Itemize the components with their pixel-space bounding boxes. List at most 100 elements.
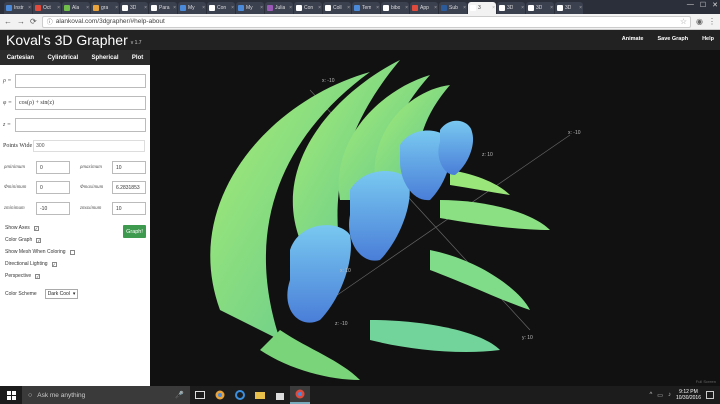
tab-close-icon[interactable]: × [231, 5, 234, 11]
browser-tab[interactable]: 3 × [468, 2, 496, 14]
z-min-input[interactable]: -10 [36, 202, 70, 215]
show-axes-checkbox[interactable]: ✓ [33, 225, 39, 231]
taskbar: ○ Ask me anything 🎤 ^ ▭ ♪ 9:12 PM 10/30/… [0, 386, 720, 404]
page-info-icon[interactable]: ⓘ [47, 17, 53, 26]
tab-close-icon[interactable]: × [115, 5, 118, 11]
forward-arrow-icon[interactable]: → [17, 17, 25, 26]
phi-input[interactable]: cos(ρ) + sin(z) [15, 96, 146, 110]
rho-min-input[interactable]: 0 [36, 161, 70, 174]
tab-close-icon[interactable]: × [376, 5, 379, 11]
phi-max-input[interactable]: 6.2831853 [112, 181, 146, 194]
tab-close-icon[interactable]: × [57, 5, 60, 11]
tab-plot[interactable]: Plot [132, 55, 143, 61]
color-scheme-value: Dark Cool [47, 291, 70, 297]
clock[interactable]: 9:12 PM 10/30/2016 [676, 389, 701, 401]
tab-close-icon[interactable]: × [260, 5, 263, 11]
tab-close-icon[interactable]: × [173, 5, 176, 11]
tab-close-icon[interactable]: × [405, 5, 408, 11]
chrome-taskbar-icon[interactable] [210, 386, 230, 404]
back-arrow-icon[interactable]: ← [4, 17, 12, 26]
browser-tab[interactable]: Para × [149, 2, 177, 14]
tab-close-icon[interactable]: × [463, 5, 466, 11]
help-button[interactable]: Help [702, 36, 714, 42]
rho-max-input[interactable]: 10 [112, 161, 146, 174]
browser-tab[interactable]: My × [178, 2, 206, 14]
tab-close-icon[interactable]: × [521, 5, 524, 11]
browser-tab[interactable]: bibo × [381, 2, 409, 14]
z-input[interactable] [15, 118, 146, 132]
notifications-icon[interactable] [706, 391, 714, 399]
tab-close-icon[interactable]: × [289, 5, 292, 11]
tab-close-icon[interactable]: × [28, 5, 31, 11]
browser-tab[interactable]: Julia × [265, 2, 293, 14]
browser-tab[interactable]: App × [410, 2, 438, 14]
microphone-icon[interactable]: 🎤 [175, 391, 184, 399]
tab-close-icon[interactable]: × [347, 5, 350, 11]
chrome-active-icon[interactable] [290, 386, 310, 404]
phi-min-input[interactable]: 0 [36, 181, 70, 194]
color-graph-checkbox[interactable]: ✓ [36, 237, 42, 243]
tab-close-icon[interactable]: × [550, 5, 553, 11]
task-view-icon[interactable] [190, 386, 210, 404]
maximize-icon[interactable]: ☐ [700, 1, 706, 9]
tab-cartesian[interactable]: Cartesian [7, 55, 34, 61]
menu-icon[interactable]: ⋮ [708, 17, 716, 26]
save-graph-button[interactable]: Save Graph [658, 36, 689, 42]
bookmark-star-icon[interactable]: ☆ [680, 17, 687, 26]
reload-icon[interactable]: ⟳ [30, 17, 37, 26]
edge-icon[interactable] [230, 386, 250, 404]
network-icon[interactable]: ▭ [657, 392, 663, 399]
file-explorer-icon[interactable] [250, 386, 270, 404]
minimize-icon[interactable]: — [687, 1, 694, 9]
full-screen-button[interactable]: Full Screen [696, 379, 716, 384]
tab-close-icon[interactable]: × [86, 5, 89, 11]
rho-input[interactable] [15, 74, 146, 88]
tab-spherical[interactable]: Spherical [92, 55, 119, 61]
rho-row: ρ = [3, 74, 146, 88]
browser-tab[interactable]: Con × [294, 2, 322, 14]
browser-tab[interactable]: Sub × [439, 2, 467, 14]
rho-max-label: ρmaximum [80, 165, 102, 170]
browser-tab[interactable]: 3D × [555, 2, 583, 14]
volume-icon[interactable]: ♪ [668, 392, 671, 398]
z-max-input[interactable]: 10 [112, 202, 146, 215]
tab-close-icon[interactable]: × [579, 5, 582, 11]
tab-close-icon[interactable]: × [434, 5, 437, 11]
extension-icon[interactable]: ◉ [696, 17, 703, 26]
tab-close-icon[interactable]: × [144, 5, 147, 11]
browser-tab[interactable]: gra × [91, 2, 119, 14]
browser-tab[interactable]: Instr × [4, 2, 32, 14]
browser-tab[interactable]: 3D × [526, 2, 554, 14]
perspective-checkbox[interactable]: ✓ [35, 273, 41, 279]
favicon-icon [499, 5, 505, 11]
browser-tab-label: Julia [275, 5, 286, 11]
tab-close-icon[interactable]: × [492, 5, 495, 11]
tab-cylindrical[interactable]: Cylindrical [47, 55, 78, 61]
close-icon[interactable]: ✕ [712, 1, 718, 9]
windows-start-icon[interactable] [0, 386, 22, 404]
browser-tab-label: App [420, 5, 429, 11]
url-input[interactable]: ⓘ alankoval.com/3dgrapher/#help-about ☆ [41, 15, 692, 28]
color-scheme-select[interactable]: Dark Cool ▾ [44, 289, 79, 299]
browser-tab[interactable]: Coll × [323, 2, 351, 14]
animate-button[interactable]: Animate [622, 36, 644, 42]
graph-button[interactable]: Graph! [123, 225, 146, 238]
directional-lighting-checkbox[interactable]: ✓ [51, 261, 57, 267]
directional-lighting-option: Directional Lighting ✓ [5, 261, 57, 267]
tab-close-icon[interactable]: × [202, 5, 205, 11]
tab-close-icon[interactable]: × [318, 5, 321, 11]
chevron-up-icon[interactable]: ^ [649, 392, 652, 398]
browser-tab[interactable]: 3D × [497, 2, 525, 14]
browser-tab[interactable]: Tem × [352, 2, 380, 14]
points-wide-input[interactable]: 300 [33, 140, 146, 152]
browser-tab[interactable]: 3D × [120, 2, 148, 14]
browser-tab[interactable]: Oct × [33, 2, 61, 14]
graph-canvas[interactable]: x: -10 x: -10 z: 10 x: 10 z: -10 y: 10 F… [150, 50, 720, 386]
taskbar-search-box[interactable]: ○ Ask me anything 🎤 [22, 386, 190, 404]
store-icon[interactable] [270, 386, 290, 404]
app-header: Koval's 3D Grapher v 1.7 Animate Save Gr… [0, 30, 720, 50]
browser-tab[interactable]: My × [236, 2, 264, 14]
browser-tab[interactable]: Con × [207, 2, 235, 14]
browser-tab[interactable]: Ala × [62, 2, 90, 14]
show-mesh-checkbox[interactable] [69, 249, 75, 255]
